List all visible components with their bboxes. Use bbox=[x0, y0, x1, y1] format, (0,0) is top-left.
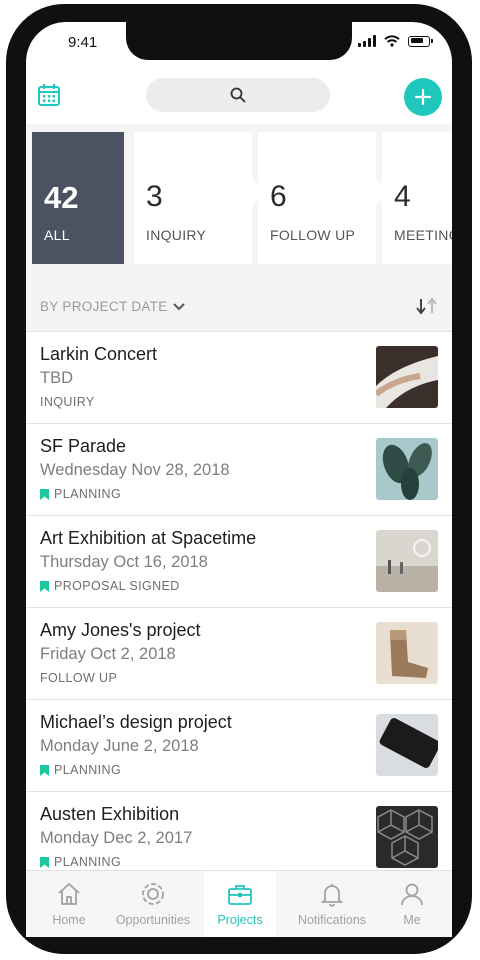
stage-count: 42 bbox=[44, 180, 79, 215]
project-date: Monday June 2, 2018 bbox=[40, 737, 199, 755]
stage-meeting[interactable]: 4 MEETING bbox=[382, 132, 452, 264]
top-bar bbox=[26, 74, 452, 124]
stage-count: 6 bbox=[270, 180, 287, 213]
status-icons bbox=[358, 35, 433, 47]
search-bar[interactable] bbox=[146, 78, 330, 112]
project-row[interactable]: Amy Jones's project Friday Oct 2, 2018 F… bbox=[26, 608, 452, 700]
stage-filter-strip: 42 ALL 3 INQUIRY 6 FOLLOW UP 4 MEETING bbox=[26, 124, 452, 274]
bell-icon bbox=[320, 884, 344, 907]
project-thumbnail bbox=[376, 438, 438, 500]
project-row[interactable]: SF Parade Wednesday Nov 28, 2018 PLANNIN… bbox=[26, 424, 452, 516]
project-status-label: PLANNING bbox=[54, 487, 122, 501]
sort-order-icon[interactable] bbox=[414, 296, 440, 316]
project-status: PLANNING bbox=[40, 855, 121, 869]
project-thumbnail bbox=[376, 346, 438, 408]
project-status-label: PLANNING bbox=[54, 763, 122, 777]
project-status-label: FOLLOW UP bbox=[40, 671, 118, 685]
bookmark-icon bbox=[40, 856, 49, 868]
project-list: Larkin Concert TBD INQUIRY SF Parade Wed… bbox=[26, 332, 452, 884]
sort-bar: BY PROJECT DATE bbox=[26, 274, 452, 332]
tab-label: Me bbox=[403, 913, 421, 927]
project-title: Larkin Concert bbox=[40, 344, 158, 364]
project-status: FOLLOW UP bbox=[40, 671, 117, 685]
project-date: Wednesday Nov 28, 2018 bbox=[40, 461, 230, 479]
bookmark-icon bbox=[40, 488, 49, 500]
project-thumbnail bbox=[376, 530, 438, 592]
bookmark-icon bbox=[40, 764, 49, 776]
project-title: Amy Jones's project bbox=[40, 620, 201, 640]
notch bbox=[126, 22, 352, 60]
search-icon bbox=[230, 87, 246, 103]
stage-label: FOLLOW UP bbox=[270, 227, 356, 243]
add-project-button[interactable] bbox=[404, 78, 442, 116]
tab-home[interactable]: Home bbox=[26, 871, 112, 937]
project-date: Friday Oct 2, 2018 bbox=[40, 645, 176, 663]
project-date: Monday Dec 2, 2017 bbox=[40, 829, 193, 847]
tab-bar: Home Opportunities Projects Notification… bbox=[26, 870, 452, 937]
project-thumbnail bbox=[376, 806, 438, 868]
stage-label: MEETING bbox=[394, 227, 452, 243]
project-status-label: PLANNING bbox=[54, 855, 122, 869]
project-status: PLANNING bbox=[40, 763, 121, 777]
project-status: PLANNING bbox=[40, 487, 121, 501]
chevron-down-icon bbox=[172, 302, 185, 310]
battery-icon bbox=[408, 35, 433, 47]
tab-me[interactable]: Me bbox=[382, 871, 442, 937]
opportunities-icon bbox=[142, 883, 164, 905]
tab-label: Notifications bbox=[297, 913, 367, 927]
project-status: PROPOSAL SIGNED bbox=[40, 579, 180, 593]
user-icon bbox=[401, 883, 423, 906]
project-title: Michael’s design project bbox=[40, 712, 232, 732]
tab-projects[interactable]: Projects bbox=[204, 871, 276, 937]
status-time: 9:41 bbox=[68, 34, 98, 51]
project-date: Thursday Oct 16, 2018 bbox=[40, 553, 208, 571]
tab-label: Home bbox=[52, 913, 86, 927]
stage-label: INQUIRY bbox=[146, 227, 207, 243]
stage-inquiry[interactable]: 3 INQUIRY bbox=[134, 132, 252, 264]
project-thumbnail bbox=[376, 622, 438, 684]
stage-follow-up[interactable]: 6 FOLLOW UP bbox=[258, 132, 376, 264]
tab-opportunities[interactable]: Opportunities bbox=[106, 871, 200, 937]
sort-dropdown[interactable]: BY PROJECT DATE bbox=[40, 299, 185, 314]
bookmark-icon bbox=[40, 580, 49, 592]
tab-label: Opportunities bbox=[115, 913, 191, 927]
stage-count: 4 bbox=[394, 180, 411, 213]
project-status-label: INQUIRY bbox=[40, 395, 95, 409]
project-row[interactable]: Art Exhibition at Spacetime Thursday Oct… bbox=[26, 516, 452, 608]
home-icon bbox=[58, 882, 80, 905]
project-title: SF Parade bbox=[40, 436, 127, 456]
project-status: INQUIRY bbox=[40, 395, 95, 409]
project-row[interactable]: Larkin Concert TBD INQUIRY bbox=[26, 332, 452, 424]
project-title: Art Exhibition at Spacetime bbox=[40, 528, 257, 548]
project-title: Austen Exhibition bbox=[40, 804, 180, 824]
wifi-icon bbox=[384, 35, 400, 47]
stage-all[interactable]: 42 ALL bbox=[32, 132, 124, 264]
signal-icon bbox=[358, 35, 376, 47]
project-thumbnail bbox=[376, 714, 438, 776]
stage-label: ALL bbox=[44, 227, 70, 243]
briefcase-icon bbox=[228, 885, 252, 905]
plus-icon bbox=[414, 88, 432, 106]
stage-count: 3 bbox=[146, 180, 163, 213]
project-row[interactable]: Michael’s design project Monday June 2, … bbox=[26, 700, 452, 792]
tab-label: Projects bbox=[217, 913, 263, 927]
project-date: TBD bbox=[40, 369, 73, 387]
tab-notifications[interactable]: Notifications bbox=[286, 871, 378, 937]
project-status-label: PROPOSAL SIGNED bbox=[54, 579, 180, 593]
sort-label: BY PROJECT DATE bbox=[40, 299, 168, 314]
calendar-icon[interactable] bbox=[36, 82, 62, 108]
